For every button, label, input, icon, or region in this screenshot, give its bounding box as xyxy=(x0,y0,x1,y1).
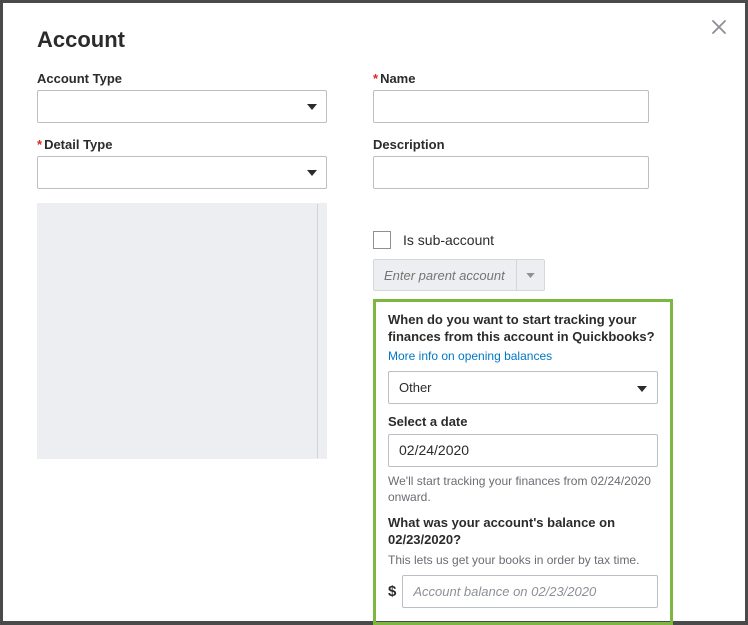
parent-account-combobox[interactable] xyxy=(373,259,545,291)
tracking-start-select[interactable]: Other xyxy=(388,371,658,404)
opening-balance-section: When do you want to start tracking your … xyxy=(373,299,673,625)
balance-question: What was your account's balance on 02/23… xyxy=(388,515,658,549)
detail-preview-panel xyxy=(37,203,327,459)
balance-input[interactable] xyxy=(402,575,658,608)
account-type-label: Account Type xyxy=(37,71,327,86)
close-icon xyxy=(710,18,728,36)
tax-note: This lets us get your books in order by … xyxy=(388,552,658,568)
tracking-start-value: Other xyxy=(399,380,432,395)
more-info-link[interactable]: More info on opening balances xyxy=(388,349,552,363)
close-button[interactable] xyxy=(707,15,731,39)
parent-account-input[interactable] xyxy=(374,260,516,290)
tracking-question: When do you want to start tracking your … xyxy=(388,312,658,346)
sub-account-checkbox[interactable] xyxy=(373,231,391,249)
account-modal: Account Account Type Name Detail Type De… xyxy=(3,3,745,621)
date-input[interactable] xyxy=(388,434,658,467)
sub-account-label: Is sub-account xyxy=(403,232,494,248)
name-label: Name xyxy=(373,71,649,86)
description-input[interactable] xyxy=(373,156,649,189)
detail-type-select[interactable] xyxy=(37,156,327,189)
detail-type-label: Detail Type xyxy=(37,137,327,152)
parent-account-dropdown-button[interactable] xyxy=(516,260,544,290)
name-input[interactable] xyxy=(373,90,649,123)
tracking-note: We'll start tracking your finances from … xyxy=(388,473,658,505)
description-label: Description xyxy=(373,137,649,152)
chevron-down-icon xyxy=(637,380,647,395)
currency-symbol: $ xyxy=(388,583,396,600)
chevron-down-icon xyxy=(526,273,535,278)
account-type-select[interactable] xyxy=(37,90,327,123)
select-date-label: Select a date xyxy=(388,414,658,429)
page-title: Account xyxy=(37,27,711,53)
